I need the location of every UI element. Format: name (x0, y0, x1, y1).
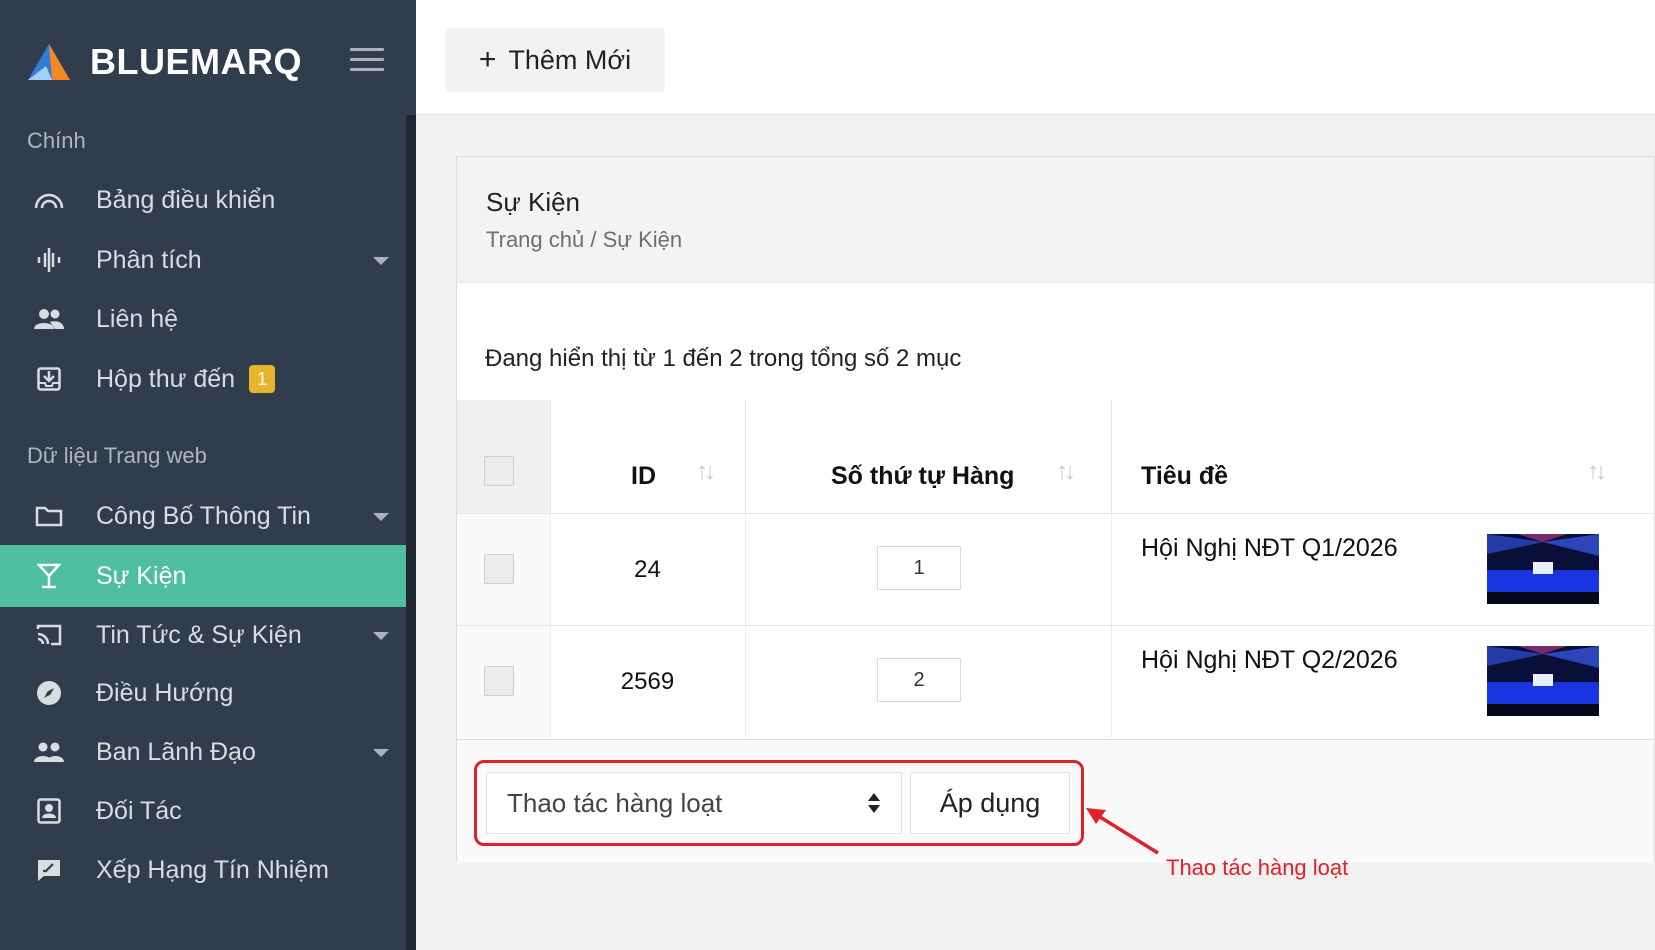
sidebar-item-label: Hộp thư đến (96, 364, 236, 393)
cast-icon (34, 620, 64, 650)
row-title[interactable]: Hội Nghị NĐT Q1/2026 (1141, 534, 1398, 563)
bulk-actions-bar: Thao tác hàng loạt Áp dụng (457, 739, 1654, 863)
sidebar-item-dashboard[interactable]: Bảng điều khiển (0, 169, 406, 231)
annotation-highlight-box (474, 760, 1084, 846)
results-summary: Đang hiển thị từ 1 đến 2 trong tổng số 2… (485, 345, 962, 372)
sidebar-item-credit-rating[interactable]: Xếp Hạng Tín Nhiệm (0, 839, 406, 901)
people-icon (34, 737, 64, 767)
sidebar-item-contacts[interactable]: Liên hệ (0, 288, 406, 350)
sort-icon[interactable]: ↑↓ (1056, 458, 1076, 486)
inbox-icon (34, 364, 64, 394)
sidebar-item-label: Bảng điều khiển (96, 185, 276, 214)
chevron-down-icon (373, 257, 389, 265)
sidebar-item-label: Điều Hướng (96, 678, 234, 707)
sidebar-item-disclosure[interactable]: Công Bố Thông Tin (0, 485, 406, 547)
events-panel: Sự Kiện Trang chủ / Sự Kiện Đang hiển th… (456, 156, 1655, 863)
contacts-icon (34, 304, 64, 334)
folder-icon (34, 501, 64, 531)
sidebar-item-partners[interactable]: Đối Tác (0, 780, 406, 842)
table-row[interactable]: 24 1 Hội Nghị NĐT Q1/2026 (457, 513, 1654, 625)
sidebar-item-analytics[interactable]: Phân tích (0, 229, 406, 291)
row-select-cell (457, 514, 550, 625)
section-label-main: Chính (27, 128, 86, 153)
row-id: 24 (634, 556, 661, 583)
contact-card-icon (34, 796, 64, 826)
event-thumbnail[interactable] (1487, 646, 1599, 716)
sidebar-item-label: Liên hệ (96, 304, 179, 333)
column-label: Số thứ tự Hàng (831, 462, 1015, 490)
column-header-id[interactable]: ID ↑↓ (550, 400, 745, 513)
brand-logo-icon (28, 44, 70, 80)
sidebar-item-leadership[interactable]: Ban Lãnh Đạo (0, 721, 406, 783)
sidebar-item-label: Xếp Hạng Tín Nhiệm (96, 855, 329, 884)
table-header: ID ↑↓ Số thứ tự Hàng ↑↓ Tiêu đề ↑↓ (457, 400, 1654, 513)
sidebar-item-inbox[interactable]: Hộp thư đến 1 (0, 348, 406, 410)
cell-divider (1111, 626, 1112, 737)
sort-icon[interactable]: ↑↓ (1587, 458, 1607, 486)
dashboard-icon (34, 185, 64, 215)
panel-header: Sự Kiện Trang chủ / Sự Kiện (457, 157, 1654, 283)
sidebar-item-label: Sự Kiện (96, 561, 187, 590)
column-label: Tiêu đề (1141, 462, 1229, 490)
header-select-cell (457, 400, 550, 513)
analytics-icon (34, 245, 64, 275)
rating-icon (34, 855, 64, 885)
sidebar-item-label: Phân tích (96, 245, 202, 274)
select-all-checkbox[interactable] (484, 456, 514, 486)
row-id: 2569 (620, 668, 675, 695)
cell-divider (1111, 514, 1112, 625)
cell-divider (745, 626, 746, 737)
chevron-down-icon (373, 749, 389, 757)
sidebar-item-label: Đối Tác (96, 796, 182, 825)
sort-icon[interactable]: ↑↓ (696, 458, 716, 486)
brand-name: BLUEMARQ (90, 41, 302, 82)
page-title: Sự Kiện (486, 187, 581, 217)
brand[interactable]: BLUEMARQ (26, 38, 302, 86)
hamburger-menu-icon[interactable] (350, 48, 384, 72)
section-label-website-data: Dữ liệu Trang web (27, 443, 207, 468)
sidebar-item-label: Ban Lãnh Đạo (96, 737, 256, 766)
chevron-down-icon (373, 632, 389, 640)
row-checkbox[interactable] (484, 554, 514, 584)
sidebar-item-events[interactable]: Sự Kiện (0, 545, 406, 607)
breadcrumb: Trang chủ / Sự Kiện (486, 227, 683, 252)
row-order-input[interactable]: 1 (877, 546, 961, 590)
chevron-down-icon (373, 513, 389, 521)
inbox-count-badge: 1 (249, 365, 276, 393)
compass-icon (34, 678, 64, 708)
cocktail-glass-icon (34, 561, 64, 591)
column-header-order[interactable]: Số thứ tự Hàng ↑↓ (745, 400, 1111, 513)
sidebar: BLUEMARQ Chính Bảng điều khiển Phân tích… (0, 0, 416, 950)
row-select-cell (457, 626, 550, 737)
add-new-button[interactable]: + Thêm Mới (445, 28, 665, 92)
cell-divider (745, 514, 746, 625)
row-checkbox[interactable] (484, 666, 514, 696)
add-new-label: Thêm Mới (508, 44, 632, 75)
annotation-arrow-icon (1086, 808, 1159, 855)
sidebar-item-label: Tin Tức & Sự Kiện (96, 620, 302, 649)
column-label: ID (631, 462, 656, 490)
table-row[interactable]: 2569 2 Hội Nghị NĐT Q2/2026 (457, 625, 1654, 737)
sidebar-item-news-events[interactable]: Tin Tức & Sự Kiện (0, 604, 406, 666)
plus-icon: + (478, 43, 497, 76)
row-order-input[interactable]: 2 (877, 658, 961, 702)
event-thumbnail[interactable] (1487, 534, 1599, 604)
sidebar-item-label: Công Bố Thông Tin (96, 501, 311, 530)
annotation-label: Thao tác hàng loạt (1166, 855, 1349, 880)
column-header-title[interactable]: Tiêu đề ↑↓ (1111, 400, 1655, 513)
row-title[interactable]: Hội Nghị NĐT Q2/2026 (1141, 646, 1398, 675)
sidebar-item-navigation[interactable]: Điều Hướng (0, 662, 406, 724)
